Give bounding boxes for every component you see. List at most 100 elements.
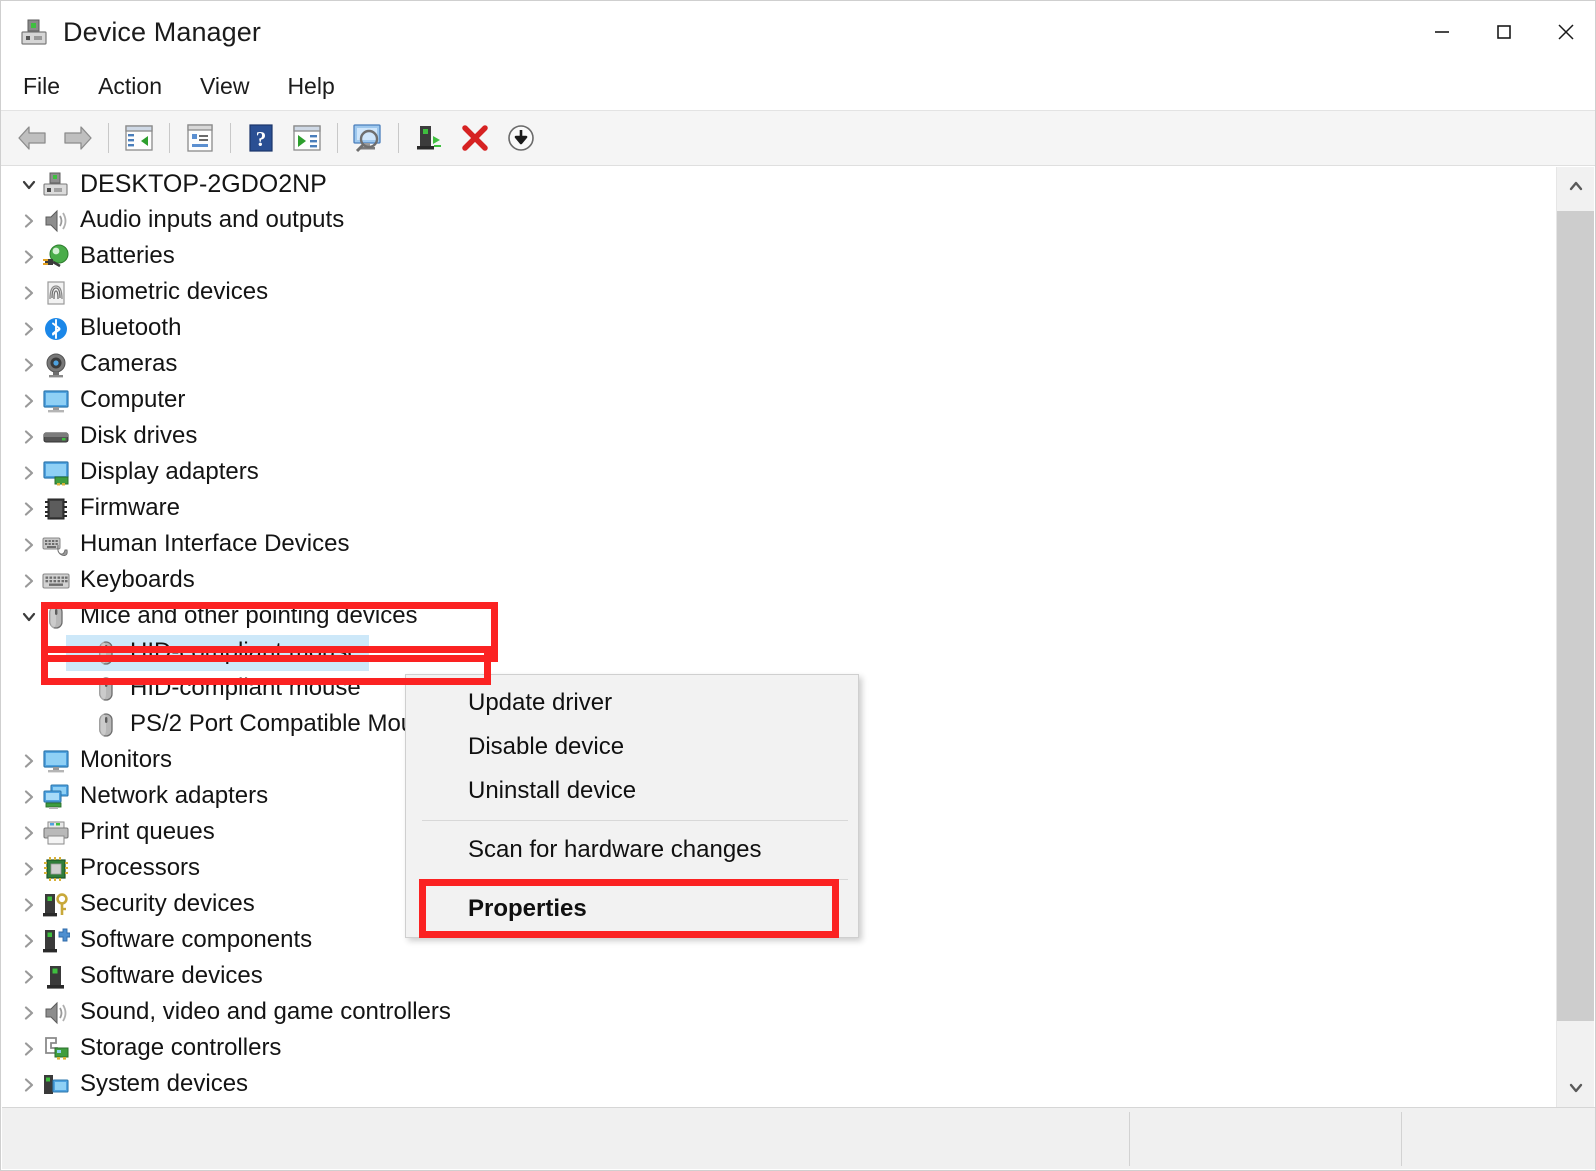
tree-node-label: Audio inputs and outputs bbox=[80, 208, 344, 234]
chevron-right-icon[interactable] bbox=[16, 455, 42, 491]
tree-node-label: Software components bbox=[80, 928, 312, 954]
tree-node-display-adapters[interactable]: Display adapters bbox=[2, 455, 1532, 491]
tree-node-root[interactable]: DESKTOP-2GDO2NP bbox=[2, 167, 1532, 203]
toolbar-separator-5 bbox=[398, 123, 399, 153]
disable-device-button[interactable] bbox=[498, 116, 544, 160]
tree-node-label: Sound, video and game controllers bbox=[80, 1000, 451, 1026]
tree-node-software-devices[interactable]: Software devices bbox=[2, 959, 1532, 995]
chevron-right-icon[interactable] bbox=[16, 1031, 42, 1067]
speaker-icon bbox=[42, 999, 70, 1027]
chevron-right-icon[interactable] bbox=[16, 815, 42, 851]
tree-node-audio-inputs-and-outputs[interactable]: Audio inputs and outputs bbox=[2, 203, 1532, 239]
chevron-right-icon[interactable] bbox=[16, 527, 42, 563]
status-bar-divider-1 bbox=[1129, 1112, 1130, 1166]
menu-view[interactable]: View bbox=[184, 69, 265, 104]
hid-gamepad-icon bbox=[42, 531, 70, 559]
chevron-right-icon[interactable] bbox=[16, 743, 42, 779]
tree-node-computer[interactable]: Computer bbox=[2, 383, 1532, 419]
minimize-button[interactable] bbox=[1411, 1, 1473, 63]
tree-node-human-interface-devices[interactable]: Human Interface Devices bbox=[2, 527, 1532, 563]
highlight-properties-menu-item bbox=[419, 879, 839, 938]
chevron-right-icon[interactable] bbox=[16, 275, 42, 311]
tree-node-label: Biometric devices bbox=[80, 280, 268, 306]
speaker-icon bbox=[42, 207, 70, 235]
tree-node-system-devices[interactable]: System devices bbox=[2, 1067, 1532, 1103]
chevron-right-icon[interactable] bbox=[16, 851, 42, 887]
tree-node-cameras[interactable]: Cameras bbox=[2, 347, 1532, 383]
tree-node-label: Software devices bbox=[80, 964, 263, 990]
chevron-right-icon[interactable] bbox=[16, 779, 42, 815]
context-menu-item-scan-for-hardware-changes[interactable]: Scan for hardware changes bbox=[406, 828, 858, 872]
status-bar-divider-2 bbox=[1401, 1112, 1402, 1166]
maximize-button[interactable] bbox=[1473, 1, 1535, 63]
menu-file[interactable]: File bbox=[7, 69, 76, 104]
close-button[interactable] bbox=[1535, 1, 1596, 63]
mouse-icon bbox=[92, 711, 120, 739]
tree-node-disk-drives[interactable]: Disk drives bbox=[2, 419, 1532, 455]
menu-bar: File Action View Help bbox=[1, 63, 1596, 111]
tree-node-keyboards[interactable]: Keyboards bbox=[2, 563, 1532, 599]
toolbar-separator-2 bbox=[169, 123, 170, 153]
tree-node-label: Disk drives bbox=[80, 424, 197, 450]
scroll-up-button[interactable] bbox=[1557, 167, 1594, 205]
action-button[interactable] bbox=[284, 116, 330, 160]
tree-node-firmware[interactable]: Firmware bbox=[2, 491, 1532, 527]
forward-button[interactable] bbox=[55, 116, 101, 160]
tree-node-batteries[interactable]: Batteries bbox=[2, 239, 1532, 275]
chevron-right-icon[interactable] bbox=[16, 959, 42, 995]
chevron-right-icon[interactable] bbox=[16, 203, 42, 239]
chevron-right-icon[interactable] bbox=[16, 419, 42, 455]
tree-node-storage-controllers[interactable]: Storage controllers bbox=[2, 1031, 1532, 1067]
tree-node-bluetooth[interactable]: Bluetooth bbox=[2, 311, 1532, 347]
chevron-right-icon[interactable] bbox=[16, 239, 42, 275]
fingerprint-icon bbox=[42, 279, 70, 307]
chevron-right-icon[interactable] bbox=[16, 887, 42, 923]
tree-node-sound-video-and-game-controllers[interactable]: Sound, video and game controllers bbox=[2, 995, 1532, 1031]
vertical-scrollbar[interactable] bbox=[1556, 167, 1594, 1107]
scrollbar-thumb[interactable] bbox=[1557, 211, 1594, 1021]
toolbar-separator-4 bbox=[337, 123, 338, 153]
disk-drive-icon bbox=[42, 423, 70, 451]
menu-help[interactable]: Help bbox=[271, 69, 350, 104]
toolbar-separator-3 bbox=[230, 123, 231, 153]
help-button[interactable]: ? bbox=[238, 116, 284, 160]
back-button[interactable] bbox=[9, 116, 55, 160]
chevron-right-icon[interactable] bbox=[16, 311, 42, 347]
device-manager-window: Device Manager File Action View Help bbox=[0, 0, 1596, 1171]
monitor-icon bbox=[42, 747, 70, 775]
chevron-right-icon[interactable] bbox=[16, 923, 42, 959]
system-device-icon bbox=[42, 1071, 70, 1099]
status-bar bbox=[2, 1107, 1596, 1169]
chevron-down-icon[interactable] bbox=[16, 167, 42, 203]
chevron-right-icon[interactable] bbox=[16, 491, 42, 527]
tree-node-label: Firmware bbox=[80, 496, 180, 522]
update-driver-button[interactable] bbox=[406, 116, 452, 160]
network-adapter-icon bbox=[42, 783, 70, 811]
show-hide-console-tree-button[interactable] bbox=[116, 116, 162, 160]
chevron-right-icon[interactable] bbox=[16, 1067, 42, 1103]
chevron-right-icon[interactable] bbox=[16, 563, 42, 599]
tree-node-label: Security devices bbox=[80, 892, 255, 918]
battery-icon bbox=[42, 243, 70, 271]
scroll-down-button[interactable] bbox=[1557, 1069, 1594, 1107]
uninstall-device-button[interactable] bbox=[452, 116, 498, 160]
tree-node-biometric-devices[interactable]: Biometric devices bbox=[2, 275, 1532, 311]
tree-node-label: Bluetooth bbox=[80, 316, 181, 342]
keyboard-icon bbox=[42, 567, 70, 595]
firmware-chip-icon bbox=[42, 495, 70, 523]
tree-node-label: Keyboards bbox=[80, 568, 195, 594]
chevron-down-icon[interactable] bbox=[16, 599, 42, 635]
context-menu-item-disable-device[interactable]: Disable device bbox=[406, 725, 858, 769]
properties-button[interactable] bbox=[177, 116, 223, 160]
tree-node-label: Human Interface Devices bbox=[80, 532, 349, 558]
chevron-right-icon[interactable] bbox=[16, 383, 42, 419]
camera-icon bbox=[42, 351, 70, 379]
scan-for-hardware-changes-button[interactable] bbox=[345, 116, 391, 160]
menu-action[interactable]: Action bbox=[82, 69, 178, 104]
context-menu-item-update-driver[interactable]: Update driver bbox=[406, 681, 858, 725]
chevron-right-icon[interactable] bbox=[16, 995, 42, 1031]
context-menu-separator bbox=[422, 820, 848, 821]
context-menu-item-uninstall-device[interactable]: Uninstall device bbox=[406, 769, 858, 813]
chevron-right-icon[interactable] bbox=[16, 347, 42, 383]
security-key-icon bbox=[42, 891, 70, 919]
